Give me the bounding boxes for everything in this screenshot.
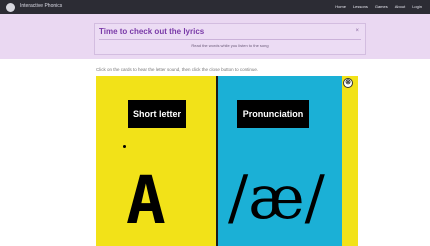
nav-item-login[interactable]: Login bbox=[412, 4, 422, 9]
close-icon[interactable]: ⊗ bbox=[343, 78, 353, 88]
lyrics-banner: Time to check out the lyrics × Read the … bbox=[0, 14, 430, 59]
short-letter-button[interactable]: Short letter bbox=[128, 100, 186, 128]
nav-item-games[interactable]: Games bbox=[375, 4, 388, 9]
top-navigation-bar: Interactive Phonics Home Lessons Games A… bbox=[0, 0, 430, 14]
banner-card: Time to check out the lyrics × Read the … bbox=[94, 23, 366, 55]
site-logo-icon[interactable] bbox=[6, 3, 15, 12]
nav-menu: Home Lessons Games About Login bbox=[335, 4, 422, 9]
flashcard-board: Short letter A Pronunciation /æ/ ⊗ bbox=[96, 76, 358, 246]
banner-close-icon[interactable]: × bbox=[355, 28, 359, 34]
letter-card[interactable]: Short letter A bbox=[96, 76, 216, 246]
nav-item-home[interactable]: Home bbox=[335, 4, 346, 9]
letter-glyph: A bbox=[126, 162, 166, 239]
site-brand[interactable]: Interactive Phonics bbox=[20, 3, 62, 9]
marker-dot bbox=[123, 145, 126, 148]
pronunciation-glyph: /æ/ bbox=[228, 163, 325, 233]
nav-item-lessons[interactable]: Lessons bbox=[353, 4, 368, 9]
instructions-text: Click on the cards to hear the letter so… bbox=[96, 67, 259, 72]
banner-divider bbox=[99, 39, 361, 40]
nav-item-about[interactable]: About bbox=[395, 4, 405, 9]
banner-title: Time to check out the lyrics bbox=[99, 27, 205, 36]
banner-subtitle: Read the words while you listen to the s… bbox=[191, 43, 269, 48]
board-edge bbox=[342, 76, 358, 246]
pronunciation-card[interactable]: Pronunciation /æ/ bbox=[218, 76, 342, 246]
pronunciation-button[interactable]: Pronunciation bbox=[237, 100, 309, 128]
